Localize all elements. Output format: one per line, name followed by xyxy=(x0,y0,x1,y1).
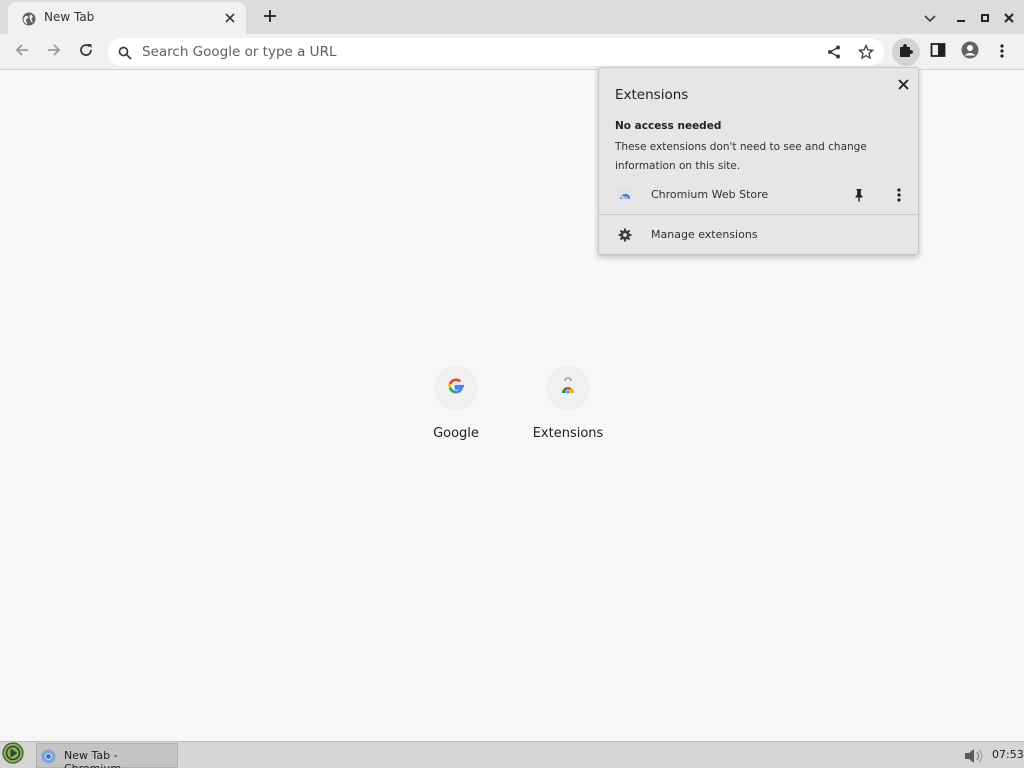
clock: 07:53 xyxy=(992,748,1024,761)
star-icon[interactable] xyxy=(856,42,876,62)
maximize-icon xyxy=(980,8,990,27)
gear-icon xyxy=(618,227,632,242)
reload-icon xyxy=(78,42,94,62)
close-icon xyxy=(1004,8,1014,27)
tab-title: New Tab xyxy=(44,10,95,24)
tab-search-button[interactable] xyxy=(921,8,939,26)
manage-extensions-button[interactable]: Manage extensions xyxy=(599,224,918,246)
extensions-button[interactable] xyxy=(892,38,920,66)
chromium-icon xyxy=(41,749,56,764)
share-icon[interactable] xyxy=(824,42,844,62)
section-description: These extensions don't need to see and c… xyxy=(615,141,867,172)
arrow-right-icon xyxy=(46,42,62,62)
minimize-button[interactable] xyxy=(952,8,970,26)
extensions-popup: Extensions No access needed These extens… xyxy=(598,67,919,255)
maximize-button[interactable] xyxy=(976,8,994,26)
new-tab-button[interactable] xyxy=(258,5,282,29)
kebab-menu-icon[interactable] xyxy=(889,185,909,205)
chromium-web-store-icon xyxy=(617,187,633,203)
forward-button[interactable] xyxy=(40,38,68,66)
shortcut-tile xyxy=(546,366,590,410)
start-menu-button[interactable] xyxy=(1,742,25,768)
start-menu-icon xyxy=(2,742,24,768)
chevron-down-icon xyxy=(924,8,936,27)
shortcut-google[interactable]: Google xyxy=(400,366,512,456)
extension-row-chromium-web-store[interactable]: Chromium Web Store xyxy=(599,182,918,208)
plus-icon xyxy=(263,8,277,27)
tab-new-tab[interactable]: New Tab xyxy=(8,2,246,34)
shortcut-tile xyxy=(434,366,478,410)
toolbar xyxy=(0,34,1024,70)
profile-button[interactable] xyxy=(956,38,984,66)
close-icon xyxy=(897,75,909,94)
omnibox-input[interactable] xyxy=(142,42,802,62)
shortcut-label: Google xyxy=(433,426,479,441)
puzzle-icon xyxy=(898,42,914,62)
shortcut-label: Extensions xyxy=(532,426,604,441)
back-button[interactable] xyxy=(8,38,36,66)
popup-close-button[interactable] xyxy=(893,74,913,94)
arrow-left-icon xyxy=(14,42,30,62)
side-panel-icon xyxy=(930,42,946,62)
shortcut-extensions[interactable]: Extensions xyxy=(512,366,624,456)
taskbar-item-label: New Tab - Chromium xyxy=(64,749,121,768)
section-title: No access needed xyxy=(615,120,722,132)
popup-title: Extensions xyxy=(615,87,689,103)
chrome-web-store-icon xyxy=(558,376,578,400)
taskbar-item-chromium[interactable]: New Tab - Chromium xyxy=(36,743,178,768)
minimize-icon xyxy=(956,8,966,27)
pin-icon[interactable] xyxy=(849,185,869,205)
close-window-button[interactable] xyxy=(1000,8,1018,26)
app-menu-button[interactable] xyxy=(988,38,1016,66)
search-icon xyxy=(118,45,132,60)
side-panel-button[interactable] xyxy=(924,38,952,66)
chromium-globe-icon xyxy=(22,11,36,26)
omnibox[interactable] xyxy=(108,38,884,66)
popup-divider xyxy=(599,214,918,215)
reload-button[interactable] xyxy=(72,38,100,66)
profile-icon xyxy=(961,41,979,63)
close-icon[interactable] xyxy=(222,10,238,26)
tab-strip: New Tab xyxy=(0,0,1024,34)
volume-icon[interactable] xyxy=(962,746,986,766)
taskbar: New Tab - Chromium 07:53 xyxy=(0,741,1024,768)
google-g-icon xyxy=(446,376,466,400)
extension-name: Chromium Web Store xyxy=(651,188,769,201)
kebab-menu-icon xyxy=(1000,43,1004,62)
manage-extensions-label: Manage extensions xyxy=(651,228,758,241)
